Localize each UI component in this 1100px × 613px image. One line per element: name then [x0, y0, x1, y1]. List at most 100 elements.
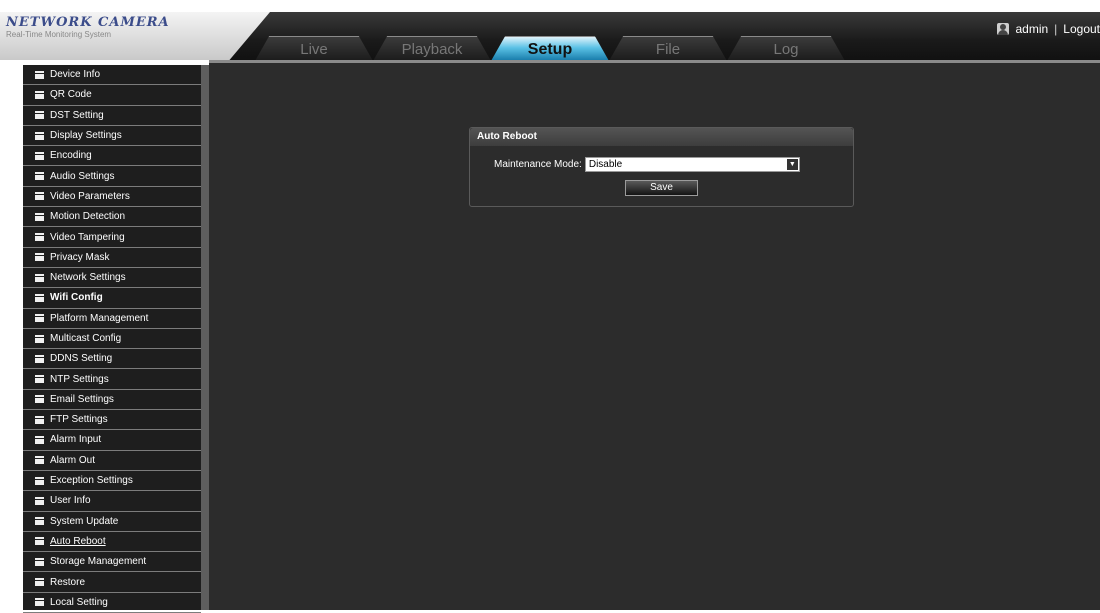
- document-icon: [35, 578, 44, 587]
- sidebar-item-label: Video Parameters: [50, 190, 130, 202]
- document-icon: [35, 375, 44, 384]
- user-separator: |: [1054, 22, 1058, 36]
- sidebar-item-alarm-input[interactable]: Alarm Input: [23, 430, 201, 451]
- sidebar-item-label: Alarm Out: [50, 454, 96, 466]
- sidebar-item-ftp-settings[interactable]: FTP Settings: [23, 410, 201, 431]
- left-margin: [0, 60, 23, 610]
- maintenance-mode-row: Maintenance Mode: Disable ▼: [494, 157, 800, 172]
- sidebar-item-motion-detection[interactable]: Motion Detection: [23, 207, 201, 228]
- sidebar-item-label: Audio Settings: [50, 170, 115, 182]
- document-icon: [35, 293, 44, 302]
- document-icon: [35, 435, 44, 444]
- sidebar-item-alarm-out[interactable]: Alarm Out: [23, 451, 201, 471]
- sidebar-item-storage-management[interactable]: Storage Management: [23, 552, 201, 573]
- document-icon: [35, 415, 44, 424]
- sidebar-item-auto-reboot[interactable]: Auto Reboot: [23, 532, 201, 553]
- sidebar-item-multicast-config[interactable]: Multicast Config: [23, 329, 201, 350]
- sidebar-item-label: FTP Settings: [50, 414, 108, 426]
- document-icon: [35, 354, 44, 363]
- sidebar-item-label: DST Setting: [50, 109, 104, 121]
- document-icon: [35, 192, 44, 201]
- document-icon: [35, 557, 44, 566]
- sidebar-item-label: Platform Management: [50, 312, 149, 324]
- sidebar-item-label: Exception Settings: [50, 475, 133, 487]
- sidebar-item-user-info[interactable]: User Info: [23, 491, 201, 512]
- document-icon: [35, 273, 44, 282]
- sidebar-item-label: Wifi Config: [50, 292, 103, 304]
- sidebar-item-label: Motion Detection: [50, 211, 126, 223]
- sidebar-item-label: Device Info: [50, 69, 101, 81]
- app-logo-title: NETWORK CAMERA: [6, 15, 170, 30]
- sidebar-item-label: Privacy Mask: [50, 251, 110, 263]
- sidebar-item-label: DDNS Setting: [50, 353, 113, 365]
- sidebar-item-privacy-mask[interactable]: Privacy Mask: [23, 248, 201, 268]
- sidebar-item-label: Local Setting: [50, 596, 108, 608]
- save-button[interactable]: Save: [625, 180, 698, 196]
- setup-sidebar: Device Info QR Code DST Setting Display Set…: [23, 65, 209, 613]
- sidebar-item-ddns-setting[interactable]: DDNS Setting: [23, 349, 201, 370]
- document-icon: [35, 212, 44, 221]
- sidebar-item-display-settings[interactable]: Display Settings: [23, 126, 201, 147]
- document-icon: [35, 334, 44, 343]
- document-icon: [35, 517, 44, 526]
- sidebar-item-email-settings[interactable]: Email Settings: [23, 390, 201, 411]
- document-icon: [35, 395, 44, 404]
- document-icon: [35, 131, 44, 140]
- document-icon: [35, 233, 44, 242]
- sidebar-item-label: Multicast Config: [50, 333, 122, 344]
- document-icon: [35, 253, 44, 262]
- document-icon: [35, 598, 44, 607]
- tab-file[interactable]: File: [609, 36, 727, 61]
- sidebar-item-restore[interactable]: Restore: [23, 572, 201, 593]
- sidebar-item-device-info[interactable]: Device Info: [23, 65, 201, 86]
- sidebar-item-label: Encoding: [50, 150, 92, 162]
- sidebar-item-encoding[interactable]: Encoding: [23, 146, 201, 167]
- sidebar-item-network-settings[interactable]: Network Settings: [23, 268, 201, 289]
- sidebar-item-label: Display Settings: [50, 130, 122, 142]
- document-icon: [35, 476, 44, 485]
- username-label: admin: [1015, 22, 1049, 36]
- sidebar-item-label: Email Settings: [50, 393, 114, 405]
- logout-link[interactable]: Logout: [1063, 22, 1100, 36]
- sidebar-item-wifi-config[interactable]: Wifi Config: [23, 288, 201, 309]
- document-icon: [35, 90, 44, 99]
- maintenance-mode-value: Disable: [588, 159, 623, 170]
- document-icon: [35, 496, 44, 505]
- sidebar-item-system-update[interactable]: System Update: [23, 512, 201, 532]
- sidebar-item-video-parameters[interactable]: Video Parameters: [23, 187, 201, 208]
- panel-title: Auto Reboot: [470, 128, 853, 146]
- main-content: Auto Reboot Maintenance Mode: Disable ▼ …: [209, 60, 1100, 610]
- maintenance-mode-select[interactable]: Disable ▼: [584, 157, 800, 172]
- tab-live[interactable]: Live: [255, 36, 373, 61]
- sidebar-item-label: QR Code: [50, 89, 92, 101]
- tab-playback[interactable]: Playback: [373, 36, 491, 61]
- sidebar-item-label: Storage Management: [50, 556, 147, 568]
- sidebar-item-ntp-settings[interactable]: NTP Settings: [23, 369, 201, 390]
- document-icon: [35, 456, 44, 465]
- auto-reboot-panel: Auto Reboot Maintenance Mode: Disable ▼ …: [469, 127, 854, 207]
- sidebar-item-label: Restore: [50, 576, 86, 588]
- tab-setup[interactable]: Setup: [491, 36, 609, 61]
- sidebar-item-label: System Update: [50, 515, 119, 527]
- header-divider: [209, 60, 1100, 63]
- tab-log[interactable]: Log: [727, 36, 845, 61]
- sidebar-item-label: User Info: [50, 495, 91, 507]
- document-icon: [35, 70, 44, 79]
- sidebar-item-platform-management[interactable]: Platform Management: [23, 309, 201, 329]
- document-icon: [35, 111, 44, 120]
- maintenance-mode-label: Maintenance Mode:: [494, 159, 582, 170]
- sidebar-item-label: Video Tampering: [50, 231, 125, 243]
- document-icon: [35, 172, 44, 181]
- sidebar-item-dst-setting[interactable]: DST Setting: [23, 106, 201, 126]
- sidebar-item-audio-settings[interactable]: Audio Settings: [23, 166, 201, 187]
- user-area: admin | Logout: [997, 22, 1100, 36]
- logo-panel: NETWORK CAMERA Real-Time Monitoring Syst…: [0, 12, 270, 60]
- app-logo-subtitle: Real-Time Monitoring System: [6, 30, 112, 39]
- sidebar-item-qr-code[interactable]: QR Code: [23, 85, 201, 106]
- sidebar-item-label: Alarm Input: [50, 434, 102, 446]
- chevron-down-icon[interactable]: ▼: [786, 159, 798, 170]
- sidebar-item-exception-settings[interactable]: Exception Settings: [23, 471, 201, 492]
- user-icon: [997, 23, 1010, 35]
- sidebar-item-video-tampering[interactable]: Video Tampering: [23, 227, 201, 248]
- document-icon: [35, 314, 44, 323]
